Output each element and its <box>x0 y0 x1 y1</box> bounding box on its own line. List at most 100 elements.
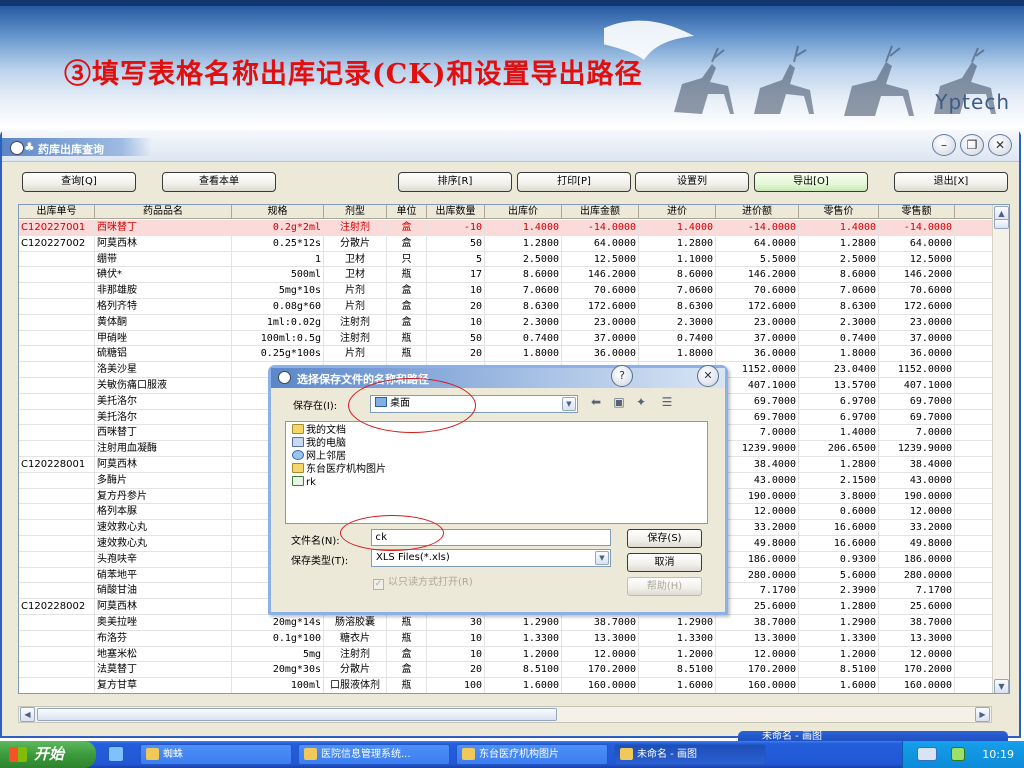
table-row[interactable]: 格列齐特 0.08g*60 片剂盒 20 8.6300 172.6000 8.6300 172… <box>19 298 993 315</box>
column-header[interactable]: 零售额 <box>879 205 955 219</box>
table-cell: 2.5000 <box>485 251 562 268</box>
table-cell: 170.2000 <box>879 662 955 679</box>
file-item[interactable]: 我的文档 <box>292 424 346 437</box>
table-cell: 8.6000 <box>639 267 716 284</box>
window-menu-icon[interactable] <box>10 141 24 155</box>
column-header[interactable]: 出库数量 <box>427 205 485 219</box>
toolbar: 查询[Q] 查看本单 排序[R] 打印[P] 设置列 导出[O] 退出[X] <box>2 162 1019 200</box>
chevron-down-icon[interactable]: ▼ <box>562 397 576 411</box>
table-cell <box>19 251 95 268</box>
column-header[interactable]: 单位 <box>387 205 427 219</box>
keyboard-icon[interactable] <box>917 747 937 761</box>
network-tray-icon[interactable] <box>951 747 965 761</box>
exit-button[interactable]: 退出[X] <box>894 172 1008 192</box>
horizontal-scrollbar[interactable]: ◀ ▶ <box>18 706 992 723</box>
column-header[interactable]: 零售价 <box>799 205 879 219</box>
readonly-checkbox[interactable]: ✓ 以只读方式打开(R) <box>373 573 473 590</box>
set-columns-button[interactable]: 设置列 <box>635 172 749 192</box>
hospital-app-icon <box>304 748 317 760</box>
table-row[interactable]: 奥美拉唑 20mg*14s 肠溶胶囊瓶 30 1.2900 38.7000 1.2900 38… <box>19 614 993 631</box>
column-header[interactable]: 剂型 <box>324 205 387 219</box>
table-cell: 407.1000 <box>879 377 955 394</box>
new-folder-icon[interactable]: ✦ <box>633 395 649 409</box>
task-paint[interactable]: 未命名 - 画图 <box>614 744 766 765</box>
view-menu-icon[interactable]: ☰ <box>659 395 675 409</box>
up-folder-icon[interactable]: ▣ <box>611 395 627 409</box>
column-header[interactable]: 药品品名 <box>95 205 232 219</box>
chevron-down-icon[interactable]: ▼ <box>595 551 609 565</box>
table-row[interactable]: 绷带 1 卫材只 5 2.5000 12.5000 1.1000 5.5000 2.5000 12… <box>19 251 993 268</box>
query-button[interactable]: 查询[Q] <box>22 172 136 192</box>
cancel-button[interactable]: 取消 <box>627 553 702 572</box>
table-row[interactable]: 布洛芬 0.1g*100 糖衣片瓶 10 1.3300 13.3000 1.3300 13.3… <box>19 630 993 647</box>
table-row[interactable]: C120227002 阿莫西林 0.25*12s 分散片盒 50 1.2800 64.000… <box>19 235 993 252</box>
dialog-close-button[interactable]: ✕ <box>697 365 719 387</box>
column-header[interactable]: 进价 <box>639 205 716 219</box>
sort-button[interactable]: 排序[R] <box>398 172 512 192</box>
table-cell: 1.3300 <box>639 630 716 647</box>
file-item[interactable]: 东台医疗机构图片 <box>292 463 386 476</box>
close-button[interactable]: ✕ <box>988 134 1012 156</box>
scroll-down-icon[interactable]: ▼ <box>994 679 1009 693</box>
table-cell: 70.6000 <box>716 283 799 299</box>
scroll-left-icon[interactable]: ◀ <box>20 707 35 722</box>
table-cell: 69.7000 <box>716 409 799 426</box>
file-item[interactable]: rk <box>292 476 316 489</box>
filetype-dropdown[interactable]: XLS Files(*.xls) ▼ <box>371 549 611 567</box>
table-cell: 172.6000 <box>879 298 955 315</box>
back-icon[interactable]: ⬅ <box>588 395 604 409</box>
table-cell: 190.0000 <box>716 488 799 505</box>
table-row[interactable]: 碘伏* 500ml 卫材瓶 17 8.6000 146.2000 8.6000 146.200… <box>19 267 993 284</box>
help-button[interactable]: 帮助(H) <box>627 577 702 596</box>
table-cell: 绷带 <box>95 251 232 268</box>
table-cell: 70.6000 <box>562 283 639 299</box>
table-cell: 2.5000 <box>799 251 879 268</box>
view-document-button[interactable]: 查看本单 <box>162 172 276 192</box>
save-button[interactable]: 保存(S) <box>627 529 702 548</box>
table-row[interactable]: 甲硝唑 100ml:0.5g 注射剂瓶 50 0.7400 37.0000 0.7400 37… <box>19 330 993 347</box>
table-cell: 1.4000 <box>799 220 879 236</box>
table-row[interactable]: 非那雄胺 5mg*10s 片剂盒 10 7.0600 70.6000 7.0600 70.60… <box>19 283 993 299</box>
table-cell: 50 <box>427 330 485 347</box>
restore-button[interactable]: ❐ <box>960 134 984 156</box>
table-cell: 注射剂 <box>324 314 387 331</box>
help-icon[interactable]: ? <box>611 365 633 387</box>
print-button[interactable]: 打印[P] <box>517 172 631 192</box>
dialog-titlebar[interactable]: 选择保存文件的名称和路径 ? ✕ <box>271 365 725 388</box>
task-hospital-system[interactable]: 医院信息管理系统... <box>298 744 450 765</box>
table-cell: 瓶 <box>387 630 427 647</box>
table-row[interactable]: 复方甘草 100ml 口服液体剂瓶 100 1.6000 160.0000 1.6000 16… <box>19 678 993 693</box>
table-cell: 多酶片 <box>95 472 232 489</box>
start-button[interactable]: 开始 <box>0 741 96 768</box>
table-cell: 1.4000 <box>799 425 879 442</box>
column-header[interactable]: 规格 <box>232 205 324 219</box>
horizontal-scroll-thumb[interactable] <box>37 708 557 721</box>
minimize-button[interactable]: – <box>932 134 956 156</box>
dialog-menu-icon[interactable] <box>278 371 291 384</box>
column-header[interactable]: 出库单号 <box>19 205 95 219</box>
file-list[interactable]: 我的文档 我的电脑 网上邻居 东台医疗机构图片 rk <box>285 421 708 524</box>
file-item[interactable]: 网上邻居 <box>292 450 346 463</box>
file-item[interactable]: 我的电脑 <box>292 437 346 450</box>
task-spider[interactable]: 蜘蛛 <box>140 744 292 765</box>
table-row[interactable]: 黄体酮 1ml:0.02g 注射剂盒 10 2.3000 23.0000 2.3000 23.… <box>19 314 993 331</box>
window-titlebar[interactable]: ♣ 药库出库查询 – ❐ ✕ <box>2 130 1019 162</box>
column-header[interactable]: 出库金额 <box>562 205 639 219</box>
table-cell: 1.2900 <box>799 614 879 631</box>
table-cell: 盒 <box>387 235 427 252</box>
table-row[interactable]: 法莫替丁 20mg*30s 分散片盒 20 8.5100 170.2000 8.5100 17… <box>19 662 993 679</box>
scroll-thumb[interactable] <box>994 219 1009 229</box>
table-cell: 160.0000 <box>879 678 955 693</box>
export-button[interactable]: 导出[O] <box>754 172 868 192</box>
column-header[interactable]: 进价额 <box>716 205 799 219</box>
scroll-right-icon[interactable]: ▶ <box>975 707 990 722</box>
table-cell <box>19 678 95 693</box>
table-row[interactable]: 地塞米松 5mg 注射剂盒 10 1.2000 12.0000 1.2000 12.0000 1… <box>19 646 993 663</box>
table-row[interactable]: C120227001 西咪替丁 0.2g*2ml 注射剂盒 -10 1.4000 -14.0… <box>19 220 993 236</box>
ie-quicklaunch-icon[interactable] <box>108 746 124 762</box>
task-image-folder[interactable]: 东台医疗机构图片 <box>456 744 608 765</box>
column-header[interactable]: 出库价 <box>485 205 562 219</box>
table-cell: 阿莫西林 <box>95 599 232 615</box>
table-row[interactable]: 硫糖铝 0.25g*100s 片剂瓶 20 1.8000 36.0000 1.8000 36.… <box>19 346 993 363</box>
vertical-scrollbar[interactable]: ▲ ▼ <box>992 205 1009 693</box>
